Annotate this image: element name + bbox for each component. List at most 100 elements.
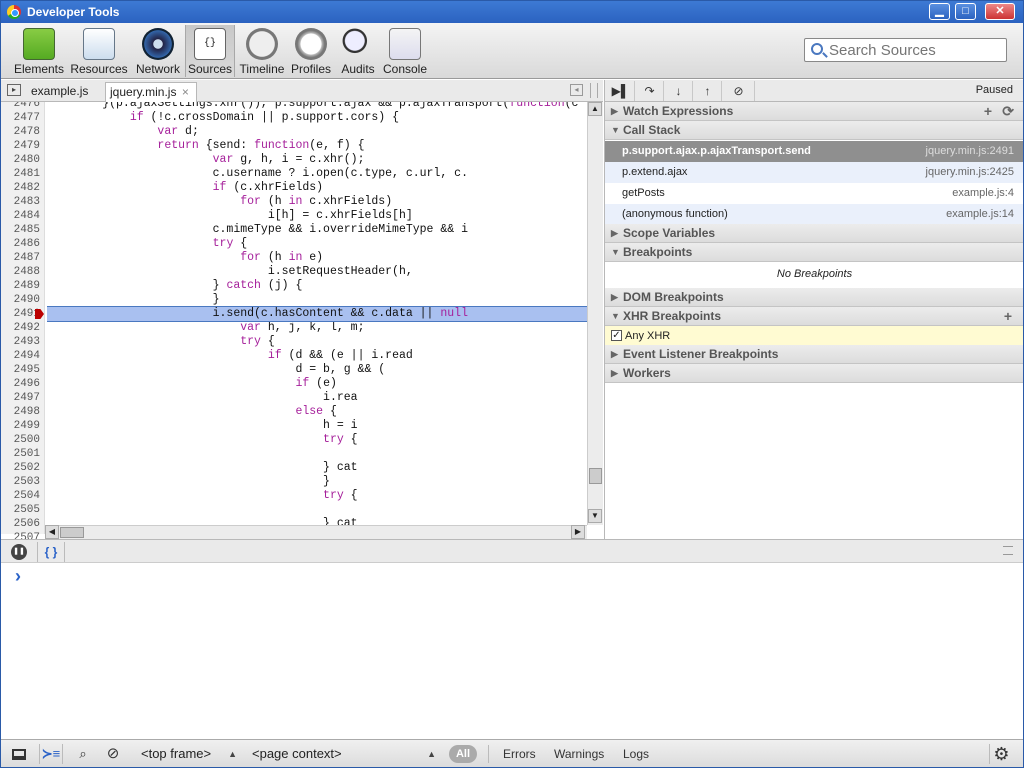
call-frame[interactable]: p.extend.ajax jquery.min.js:2425 xyxy=(605,162,1023,183)
scroll-right-icon[interactable]: ▶ xyxy=(571,525,585,539)
line-number[interactable]: 2500 xyxy=(1,433,44,447)
code-line[interactable]: i.rea xyxy=(47,391,587,405)
drawer-resize-handle[interactable] xyxy=(1003,546,1013,555)
tab-jquery-min-js[interactable]: jquery.min.js × xyxy=(105,82,197,102)
watch-expressions-header[interactable]: ▶ Watch Expressions + ⟳ xyxy=(605,102,1023,121)
code-line[interactable]: try { xyxy=(47,335,587,349)
line-number[interactable]: 2482 xyxy=(1,181,44,195)
line-number[interactable]: 2494 xyxy=(1,349,44,363)
code-line[interactable]: var d; xyxy=(47,125,587,139)
close-button[interactable]: ✕ xyxy=(985,3,1015,20)
search-icon[interactable]: ⌕ xyxy=(71,744,95,764)
tool-network[interactable]: Network xyxy=(133,25,183,77)
search-input[interactable] xyxy=(829,40,1004,60)
call-stack-header[interactable]: ▼ Call Stack xyxy=(605,121,1023,140)
tool-sources[interactable]: {} Sources xyxy=(185,25,235,77)
code-line[interactable]: i.setRequestHeader(h, xyxy=(47,265,587,279)
workers-header[interactable]: ▶ Workers xyxy=(605,364,1023,383)
code-line[interactable]: var h, j, k, l, m; xyxy=(47,321,587,335)
line-number[interactable]: 2478 xyxy=(1,125,44,139)
line-number[interactable]: 2476 xyxy=(1,102,44,111)
line-number[interactable]: 2502 xyxy=(1,461,44,475)
code-line[interactable]: }(p.ajaxSettings.xhr()), p.support.ajax … xyxy=(47,102,587,111)
xhr-breakpoints-header[interactable]: ▼ XHR Breakpoints + xyxy=(605,307,1023,326)
scroll-left-icon[interactable]: ◀ xyxy=(45,525,59,539)
code-line[interactable]: i[h] = c.xhrFields[h] xyxy=(47,209,587,223)
line-number[interactable]: 2490 xyxy=(1,293,44,307)
tab-example-js[interactable]: example.js xyxy=(27,82,92,102)
add-xhr-breakpoint-icon[interactable]: + xyxy=(1004,307,1012,325)
pause-on-exceptions-icon[interactable]: ❚❚ xyxy=(11,544,27,560)
line-number[interactable]: 2492 xyxy=(1,321,44,335)
execution-line[interactable]: i.send(c.hasContent && c.data || null xyxy=(47,306,587,322)
filter-errors[interactable]: Errors xyxy=(503,745,536,763)
line-number[interactable]: 2495 xyxy=(1,363,44,377)
code-line[interactable]: d = b, g && ( xyxy=(47,363,587,377)
code-line[interactable]: } xyxy=(47,475,587,489)
frame-location[interactable]: example.js:14 xyxy=(946,204,1014,225)
refresh-icon[interactable]: ⟳ xyxy=(1002,102,1014,120)
code-line[interactable]: if (!c.crossDomain || p.support.cors) { xyxy=(47,111,587,125)
code-line[interactable] xyxy=(47,503,587,517)
step-into-button[interactable]: ↓ xyxy=(665,81,693,101)
code-area[interactable]: }(p.ajaxSettings.xhr()), p.support.ajax … xyxy=(47,102,587,534)
event-listener-breakpoints-header[interactable]: ▶ Event Listener Breakpoints xyxy=(605,345,1023,364)
code-line[interactable]: c.username ? i.open(c.type, c.url, c. xyxy=(47,167,587,181)
add-watch-icon[interactable]: + xyxy=(984,102,992,120)
toggle-debugger-icon[interactable]: ◂ xyxy=(570,84,583,96)
line-number[interactable]: 2499 xyxy=(1,419,44,433)
console-area[interactable]: › xyxy=(1,563,1023,739)
line-number[interactable]: 2486 xyxy=(1,237,44,251)
code-line[interactable]: try { xyxy=(47,489,587,503)
frame-location[interactable]: jquery.min.js:2491 xyxy=(926,141,1014,162)
line-number[interactable]: 2488 xyxy=(1,265,44,279)
dock-icon[interactable] xyxy=(7,744,31,764)
pretty-print-icon[interactable]: { } xyxy=(37,542,65,562)
line-number[interactable]: 2489 xyxy=(1,279,44,293)
line-number[interactable]: 2477 xyxy=(1,111,44,125)
code-line[interactable]: var g, h, i = c.xhr(); xyxy=(47,153,587,167)
code-line[interactable]: try { xyxy=(47,237,587,251)
line-number[interactable]: 2483 xyxy=(1,195,44,209)
code-line[interactable]: h = i xyxy=(47,419,587,433)
tab-close-icon[interactable]: × xyxy=(182,85,189,99)
code-line[interactable]: for (h in e) xyxy=(47,251,587,265)
line-number[interactable]: 2501 xyxy=(1,447,44,461)
line-number[interactable]: 2493 xyxy=(1,335,44,349)
call-frame[interactable]: p.support.ajax.p.ajaxTransport.send jque… xyxy=(605,141,1023,162)
code-line[interactable]: } xyxy=(47,293,587,307)
code-line[interactable]: if (c.xhrFields) xyxy=(47,181,587,195)
line-number[interactable]: 2480 xyxy=(1,153,44,167)
code-line[interactable]: } cat xyxy=(47,461,587,475)
step-out-button[interactable]: ↑ xyxy=(694,81,722,101)
tool-resources[interactable]: Resources xyxy=(69,25,129,77)
code-line[interactable]: try { xyxy=(47,433,587,447)
horizontal-scrollbar[interactable]: ◀ ▶ xyxy=(45,525,587,539)
code-line[interactable]: c.mimeType && i.overrideMimeType && i xyxy=(47,223,587,237)
line-number[interactable]: 2484 xyxy=(1,209,44,223)
line-number[interactable]: 2504 xyxy=(1,489,44,503)
maximize-button[interactable]: □ xyxy=(955,3,976,20)
source-editor[interactable]: 2476 2477 2478 2479 2480 2481 2482 2483 2484 2485… xyxy=(1,102,603,539)
line-number[interactable]: 2497 xyxy=(1,391,44,405)
tool-timeline[interactable]: Timeline xyxy=(239,25,285,77)
code-line[interactable]: if (d && (e || i.read xyxy=(47,349,587,363)
filter-all[interactable]: All xyxy=(449,745,477,763)
clear-console-icon[interactable]: ⊘ xyxy=(101,744,125,764)
step-over-button[interactable]: ↷ xyxy=(636,81,664,101)
h-scroll-thumb[interactable] xyxy=(60,527,84,538)
search-box[interactable] xyxy=(804,38,1007,62)
filter-warnings[interactable]: Warnings xyxy=(554,745,604,763)
call-frame[interactable]: (anonymous function) example.js:14 xyxy=(605,204,1023,225)
scroll-down-icon[interactable]: ▼ xyxy=(588,509,602,523)
line-number[interactable]: 2505 xyxy=(1,503,44,517)
resume-button[interactable]: ▶▌ xyxy=(607,81,635,101)
line-number[interactable]: 2481 xyxy=(1,167,44,181)
tool-elements[interactable]: Elements xyxy=(13,25,65,77)
any-xhr-checkbox[interactable]: ✓ xyxy=(611,330,622,341)
line-number[interactable]: 2485 xyxy=(1,223,44,237)
toggle-navigator-icon[interactable]: ▸ xyxy=(7,84,21,96)
scroll-up-icon[interactable]: ▲ xyxy=(588,102,602,116)
scope-variables-header[interactable]: ▶ Scope Variables xyxy=(605,224,1023,243)
line-gutter[interactable]: 2476 2477 2478 2479 2480 2481 2482 2483 2484 2485… xyxy=(1,102,45,539)
